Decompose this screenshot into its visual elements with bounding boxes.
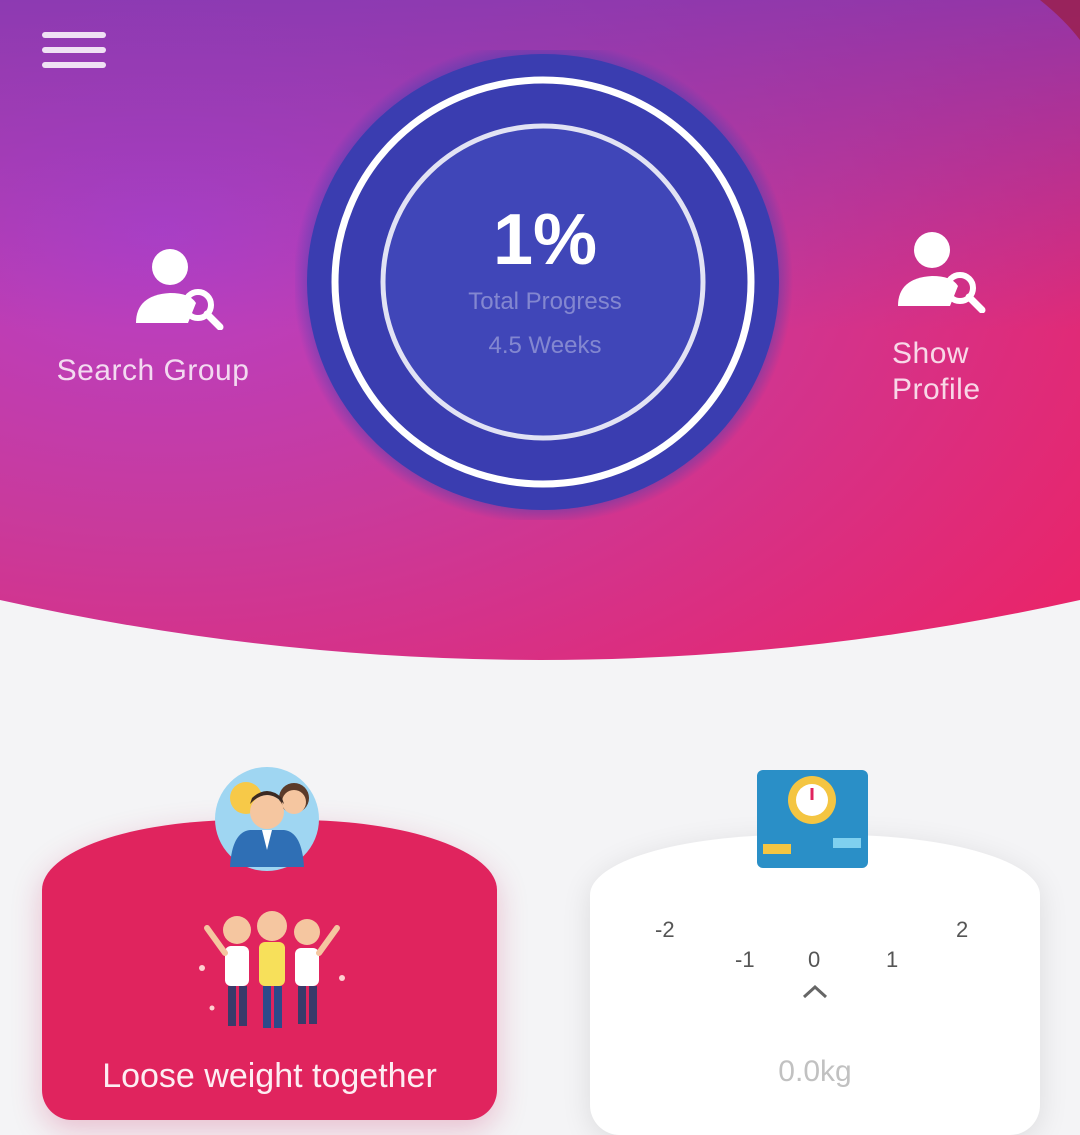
- scale-pointer-icon: [802, 984, 828, 999]
- show-profile-label-line2: Profile: [892, 373, 981, 406]
- scale-tick: -2: [655, 917, 675, 942]
- user-search-icon: [136, 249, 224, 331]
- scale-tick: -1: [735, 947, 755, 972]
- user-search-icon: [898, 232, 986, 314]
- show-profile-button[interactable]: Show Profile: [870, 228, 1010, 408]
- scale-tick: 0: [808, 947, 821, 972]
- weight-scale-card[interactable]: -2 -1 0 1 2 0.0kg: [590, 835, 1040, 1135]
- weight-scale-icon: [755, 768, 870, 870]
- scale-tick: 2: [956, 917, 969, 942]
- progress-percent: 1%: [492, 200, 598, 280]
- group-card-caption: Loose weight together: [102, 1057, 437, 1095]
- search-group-button[interactable]: Search Group: [48, 245, 258, 389]
- scale-tick: 1: [886, 947, 899, 972]
- cheering-people-illustration: [199, 911, 345, 1028]
- weeks-label: 4.5 Weeks: [488, 332, 602, 359]
- show-profile-label-line1: Show: [892, 337, 970, 370]
- scale-value: 0.0kg: [778, 1055, 852, 1088]
- total-progress-label: Total Progress: [468, 288, 622, 315]
- hamburger-menu-icon[interactable]: [42, 28, 108, 76]
- show-profile-label: Show Profile: [870, 336, 1010, 408]
- progress-summary: 1% Total Progress 4.5 Weeks: [395, 200, 695, 368]
- search-group-label: Search Group: [56, 354, 250, 387]
- group-avatar-icon: [210, 762, 325, 872]
